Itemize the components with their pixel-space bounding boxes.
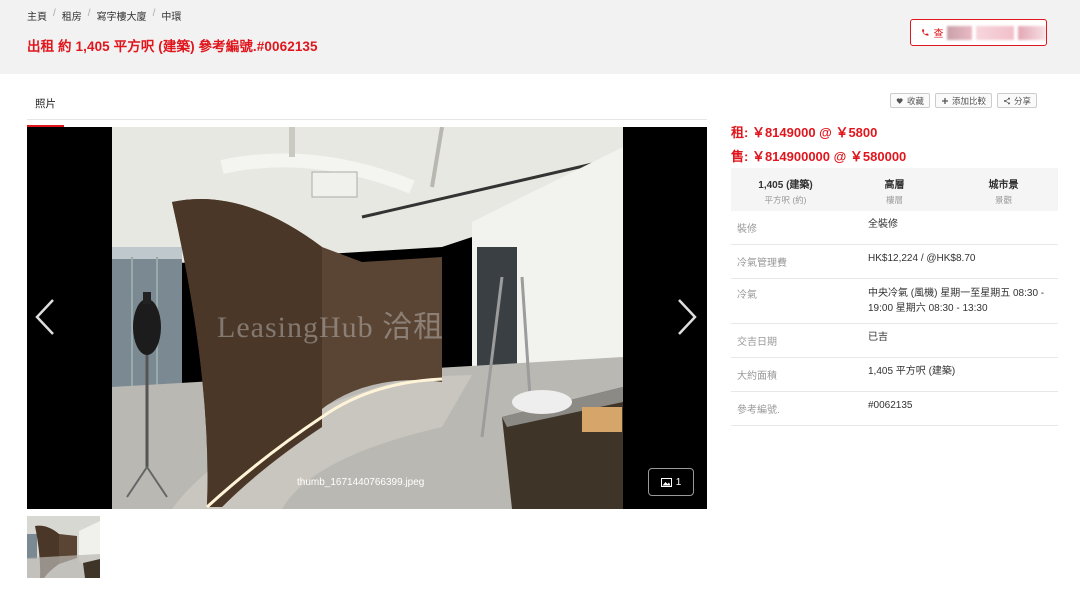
call-button[interactable]: 查 <box>910 19 1047 46</box>
summary-label: 景觀 <box>994 195 1012 205</box>
favorite-button[interactable]: 收藏 <box>890 93 931 108</box>
summary-value: 高層 <box>884 180 905 191</box>
phone-icon <box>922 29 929 36</box>
page-title: 出租 約 1,405 平方呎 (建築) 參考編號.#0062135 <box>27 39 318 54</box>
favorite-label: 收藏 <box>907 95 925 106</box>
top-bar: 主頁 / 租房 / 寫字樓大廈 / 中環 出租 約 1,405 平方呎 (建築)… <box>0 0 1080 74</box>
compare-label: 添加比較 <box>952 95 987 106</box>
share-label: 分享 <box>1014 95 1032 106</box>
details-key: 參考編號. <box>737 405 780 416</box>
tab-divider <box>27 119 707 120</box>
details-value: 全裝修 <box>868 219 898 230</box>
breadcrumb-separator: / <box>87 8 91 19</box>
summary-value: 1,405 (建築) <box>758 180 813 191</box>
details-value: 已吉 <box>868 332 888 343</box>
tab-bar: 照片 <box>27 93 64 127</box>
call-button-label: 查 <box>933 29 944 40</box>
breadcrumb-item-district[interactable]: 中環 <box>161 8 181 23</box>
details-key: 交吉日期 <box>737 337 777 348</box>
summary-label: 樓層 <box>885 195 903 205</box>
details-key: 大約面積 <box>737 371 777 382</box>
photo-filename: thumb_1671440766399.jpeg <box>297 477 425 488</box>
share-icon <box>1004 97 1011 104</box>
details-key: 冷氣管理費 <box>737 258 787 269</box>
sale-price: 售: ￥814900000 @ ￥580000 <box>731 149 907 164</box>
chevron-left-icon[interactable] <box>33 297 57 337</box>
details-value: #0062135 <box>868 400 913 411</box>
compare-button[interactable]: 添加比較 <box>935 93 993 108</box>
summary-box: 1,405 (建築) 平方呎 (約) 高層 樓層 城市景 景觀 <box>731 168 1058 211</box>
masked-phone-number <box>947 25 972 40</box>
summary-floor: 高層 樓層 <box>840 168 949 211</box>
details-row-ref: 參考編號. #0062135 <box>731 392 1058 426</box>
masked-phone-number <box>976 25 1014 40</box>
breadcrumb: 主頁 / 租房 / 寫字樓大廈 / 中環 <box>27 8 181 23</box>
summary-view: 城市景 景觀 <box>949 168 1058 211</box>
summary-area: 1,405 (建築) 平方呎 (約) <box>731 168 840 211</box>
details-value: 1,405 平方呎 (建築) <box>868 366 956 377</box>
details-key: 裝修 <box>737 224 757 235</box>
summary-value: 城市景 <box>988 180 1019 191</box>
details-row-decoration: 裝修 全裝修 <box>731 211 1058 245</box>
breadcrumb-item-office[interactable]: 寫字樓大廈 <box>97 8 147 23</box>
details-key: 冷氣 <box>737 290 757 301</box>
breadcrumb-item-home[interactable]: 主頁 <box>27 8 47 23</box>
share-button[interactable]: 分享 <box>997 93 1038 108</box>
photo-count-button[interactable]: 1 <box>648 468 694 496</box>
plus-icon <box>942 97 949 104</box>
details-row-vacancy: 交吉日期 已吉 <box>731 324 1058 358</box>
image-icon <box>660 477 672 487</box>
breadcrumb-separator: / <box>53 8 56 19</box>
listing-actions: 收藏 添加比較 分享 <box>890 93 1038 108</box>
photo-viewer: LeasingHub 洽租 thumb_1671440766399.jpeg 1 <box>27 127 707 509</box>
masked-phone-number <box>1017 25 1046 40</box>
chevron-right-icon[interactable] <box>675 297 699 337</box>
photo-thumbnail[interactable] <box>27 516 100 578</box>
details-table: 裝修 全裝修 冷氣管理費 HK$12,224 / @HK$8.70 冷氣 中央冷… <box>731 211 1058 426</box>
photo-watermark: LeasingHub 洽租 <box>217 311 445 344</box>
details-value: HK$12,224 / @HK$8.70 <box>868 253 976 264</box>
heart-icon <box>896 97 903 104</box>
breadcrumb-item-rent[interactable]: 租房 <box>62 8 82 23</box>
details-value: 中央冷氣 (風機) 星期一至星期五 08:30 - 19:00 星期六 08:3… <box>868 288 1045 314</box>
breadcrumb-separator: / <box>152 8 156 19</box>
photo-count: 1 <box>675 476 682 488</box>
summary-label: 平方呎 (約) <box>764 195 807 205</box>
rent-price: 租: ￥8149000 @ ￥5800 <box>731 125 878 140</box>
details-row-ac: 冷氣 中央冷氣 (風機) 星期一至星期五 08:30 - 19:00 星期六 0… <box>731 279 1058 324</box>
details-row-area: 大約面積 1,405 平方呎 (建築) <box>731 358 1058 392</box>
details-row-ac-fee: 冷氣管理費 HK$12,224 / @HK$8.70 <box>731 245 1058 279</box>
tab-photos[interactable]: 照片 <box>27 93 64 127</box>
